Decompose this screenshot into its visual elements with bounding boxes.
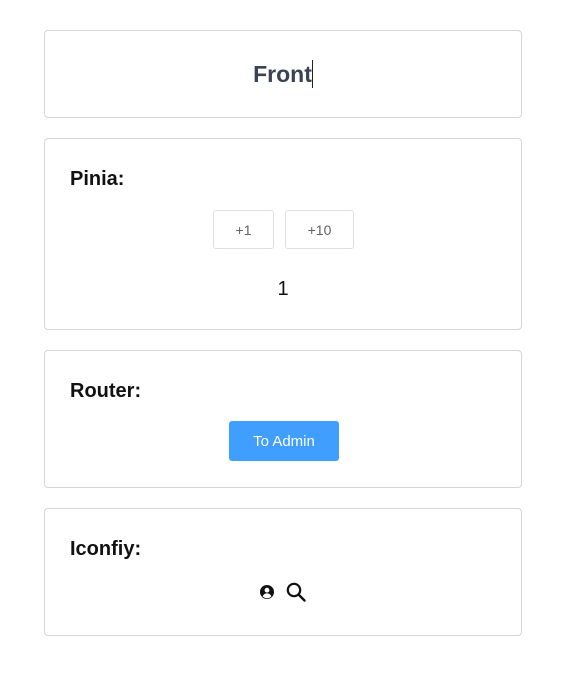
increment-one-button[interactable]: +1	[213, 210, 274, 249]
user-circle-icon	[259, 584, 275, 605]
pinia-section-title: Pinia:	[70, 168, 125, 190]
icon-row	[45, 581, 521, 603]
increment-ten-button[interactable]: +10	[285, 210, 354, 249]
iconify-section-title: Iconfiy:	[70, 538, 142, 560]
router-section-title: Router:	[70, 380, 142, 402]
page-title[interactable]: Front	[253, 61, 312, 87]
iconify-card: Iconfiy:	[44, 508, 522, 636]
counter-value: 1	[277, 278, 289, 300]
text-cursor	[311, 59, 313, 88]
title-card: Front	[44, 30, 522, 118]
router-card: Router: To Admin	[44, 350, 522, 488]
search-icon	[285, 581, 307, 608]
pinia-card: Pinia: +1 +10 1	[44, 138, 522, 330]
to-admin-button[interactable]: To Admin	[229, 421, 339, 461]
